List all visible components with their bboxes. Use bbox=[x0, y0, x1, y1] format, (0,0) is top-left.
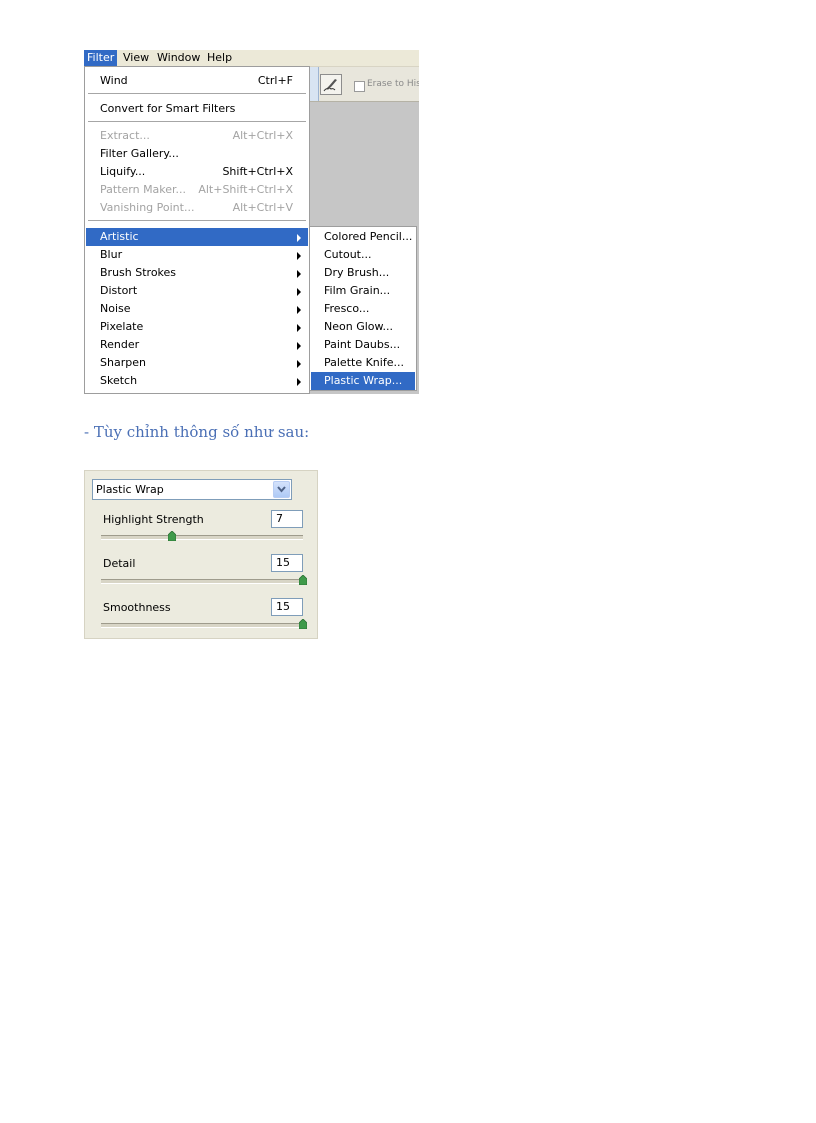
highlight-strength-label: Highlight Strength bbox=[103, 513, 204, 526]
menu-item-sketch[interactable]: Sketch bbox=[86, 372, 308, 390]
smoothness-slider-thumb[interactable] bbox=[299, 619, 307, 629]
menu-item-pixelate[interactable]: Pixelate bbox=[86, 318, 308, 336]
menu-separator bbox=[88, 121, 306, 123]
submenu-arrow-icon bbox=[297, 324, 301, 332]
menu-item-label: Liquify... bbox=[100, 165, 146, 178]
menu-item-label: Blur bbox=[100, 248, 123, 261]
smoothness-label: Smoothness bbox=[103, 601, 171, 614]
highlight-strength-input[interactable]: 7 bbox=[271, 510, 303, 528]
menu-item-noise[interactable]: Noise bbox=[86, 300, 308, 318]
dropdown-button[interactable] bbox=[273, 481, 290, 498]
highlight-strength-slider-thumb[interactable] bbox=[167, 531, 176, 541]
menu-item-liquify[interactable]: Liquify... Shift+Ctrl+X bbox=[86, 163, 308, 181]
menu-item-shortcut: Alt+Ctrl+V bbox=[232, 201, 293, 214]
submenu-item-paint-daubs[interactable]: Paint Daubs... bbox=[311, 336, 415, 354]
submenu-arrow-icon bbox=[297, 360, 301, 368]
menu-help[interactable]: Help bbox=[204, 50, 235, 66]
menu-view[interactable]: View bbox=[120, 50, 152, 66]
submenu-arrow-icon bbox=[297, 234, 301, 242]
submenu-arrow-icon bbox=[297, 306, 301, 314]
submenu-arrow-icon bbox=[297, 288, 301, 296]
submenu-item-label: Dry Brush... bbox=[324, 266, 390, 279]
brush-tool-button[interactable] bbox=[320, 74, 342, 95]
menu-item-distort[interactable]: Distort bbox=[86, 282, 308, 300]
submenu-arrow-icon bbox=[297, 270, 301, 278]
menu-item-brush-strokes[interactable]: Brush Strokes bbox=[86, 264, 308, 282]
filter-select-dropdown[interactable]: Plastic Wrap bbox=[92, 479, 292, 500]
menu-bar: Filter View Window Help bbox=[84, 50, 419, 67]
erase-to-history-label: Erase to His bbox=[367, 79, 419, 89]
menu-item-convert-smart-filters[interactable]: Convert for Smart Filters bbox=[86, 100, 308, 118]
menu-item-label: Pixelate bbox=[100, 320, 144, 333]
plastic-wrap-settings-panel: Plastic Wrap Highlight Strength 7 Detail… bbox=[84, 470, 318, 639]
toolbar-edge bbox=[310, 67, 319, 101]
menu-item-label: Sketch bbox=[100, 374, 138, 387]
detail-input[interactable]: 15 bbox=[271, 554, 303, 572]
submenu-item-film-grain[interactable]: Film Grain... bbox=[311, 282, 415, 300]
highlight-strength-slider[interactable] bbox=[101, 535, 303, 540]
filter-menu-screenshot: Filter View Window Help Erase to His Win… bbox=[84, 50, 419, 394]
menu-item-shortcut: Alt+Ctrl+X bbox=[232, 129, 293, 142]
menu-item-label: Artistic bbox=[100, 230, 139, 243]
menu-item-vanishing-point: Vanishing Point... Alt+Ctrl+V bbox=[86, 199, 308, 217]
smoothness-input[interactable]: 15 bbox=[271, 598, 303, 616]
submenu-item-palette-knife[interactable]: Palette Knife... bbox=[311, 354, 415, 372]
menu-item-label: Extract... bbox=[100, 129, 150, 142]
options-toolbar: Erase to His bbox=[310, 67, 419, 102]
menu-item-shortcut: Alt+Shift+Ctrl+X bbox=[198, 183, 293, 196]
submenu-item-label: Colored Pencil... bbox=[324, 230, 413, 243]
submenu-arrow-icon bbox=[297, 378, 301, 386]
detail-label: Detail bbox=[103, 557, 136, 570]
menu-item-label: Filter Gallery... bbox=[100, 147, 179, 160]
submenu-item-label: Palette Knife... bbox=[324, 356, 404, 369]
chevron-down-icon bbox=[277, 486, 286, 493]
submenu-item-label: Cutout... bbox=[324, 248, 372, 261]
submenu-item-label: Paint Daubs... bbox=[324, 338, 401, 351]
menu-item-wind[interactable]: Wind Ctrl+F bbox=[86, 72, 308, 90]
submenu-item-plastic-wrap[interactable]: Plastic Wrap... bbox=[311, 372, 415, 390]
submenu-item-label: Film Grain... bbox=[324, 284, 391, 297]
menu-item-label: Render bbox=[100, 338, 140, 351]
menu-item-blur[interactable]: Blur bbox=[86, 246, 308, 264]
menu-item-pattern-maker: Pattern Maker... Alt+Shift+Ctrl+X bbox=[86, 181, 308, 199]
submenu-item-label: Plastic Wrap... bbox=[324, 374, 403, 387]
menu-filter[interactable]: Filter bbox=[84, 50, 118, 66]
submenu-item-dry-brush[interactable]: Dry Brush... bbox=[311, 264, 415, 282]
submenu-item-neon-glow[interactable]: Neon Glow... bbox=[311, 318, 415, 336]
menu-window[interactable]: Window bbox=[154, 50, 203, 66]
menu-item-extract: Extract... Alt+Ctrl+X bbox=[86, 127, 308, 145]
menu-item-label: Brush Strokes bbox=[100, 266, 177, 279]
submenu-item-label: Fresco... bbox=[324, 302, 370, 315]
submenu-item-label: Neon Glow... bbox=[324, 320, 393, 333]
instruction-caption: - Tùy chỉnh thông số như sau: bbox=[84, 423, 310, 441]
menu-item-render[interactable]: Render bbox=[86, 336, 308, 354]
menu-item-label: Convert for Smart Filters bbox=[100, 102, 236, 115]
menu-item-shortcut: Shift+Ctrl+X bbox=[222, 165, 293, 178]
submenu-item-fresco[interactable]: Fresco... bbox=[311, 300, 415, 318]
submenu-item-colored-pencil[interactable]: Colored Pencil... bbox=[311, 228, 415, 246]
menu-item-artistic[interactable]: Artistic bbox=[86, 228, 308, 246]
detail-slider[interactable] bbox=[101, 579, 303, 584]
detail-slider-thumb[interactable] bbox=[299, 575, 307, 585]
filter-dropdown-menu: Wind Ctrl+F Convert for Smart Filters Ex… bbox=[84, 66, 310, 394]
menu-separator bbox=[88, 220, 306, 222]
menu-item-label: Vanishing Point... bbox=[100, 201, 195, 214]
submenu-arrow-icon bbox=[297, 342, 301, 350]
menu-item-label: Wind bbox=[100, 74, 128, 87]
menu-item-label: Noise bbox=[100, 302, 131, 315]
filter-select-value: Plastic Wrap bbox=[96, 483, 164, 496]
menu-item-filter-gallery[interactable]: Filter Gallery... bbox=[86, 145, 308, 163]
brush-icon bbox=[323, 79, 337, 92]
submenu-arrow-icon bbox=[297, 252, 301, 260]
menu-separator bbox=[88, 93, 306, 95]
menu-item-label: Sharpen bbox=[100, 356, 146, 369]
smoothness-slider[interactable] bbox=[101, 623, 303, 628]
erase-to-history-checkbox[interactable] bbox=[354, 81, 365, 92]
menu-item-shortcut: Ctrl+F bbox=[257, 74, 293, 87]
menu-item-label: Distort bbox=[100, 284, 138, 297]
artistic-submenu: Colored Pencil... Cutout... Dry Brush...… bbox=[309, 226, 417, 391]
submenu-item-cutout[interactable]: Cutout... bbox=[311, 246, 415, 264]
menu-item-sharpen[interactable]: Sharpen bbox=[86, 354, 308, 372]
menu-item-label: Pattern Maker... bbox=[100, 183, 187, 196]
